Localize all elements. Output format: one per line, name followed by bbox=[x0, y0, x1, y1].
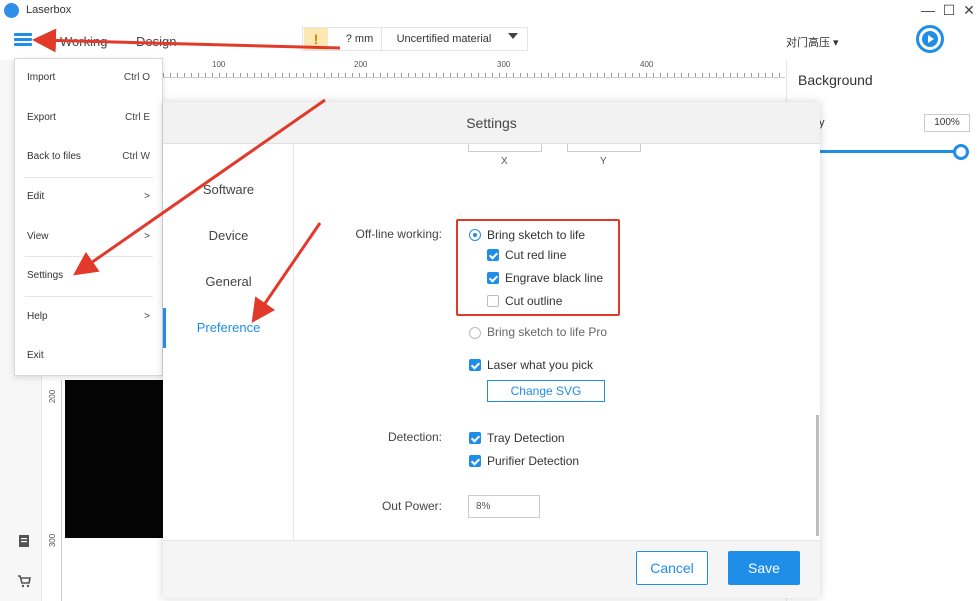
menu-item-exit[interactable]: Exit bbox=[15, 337, 162, 377]
dialog-title: Settings bbox=[466, 115, 517, 131]
app-logo-icon bbox=[4, 3, 19, 18]
dialog-footer bbox=[163, 540, 820, 598]
hamburger-menu-icon[interactable] bbox=[14, 33, 32, 47]
x-label: X bbox=[501, 156, 508, 167]
start-button[interactable] bbox=[916, 25, 944, 53]
opacity-input[interactable]: 100% bbox=[924, 114, 970, 132]
close-icon[interactable]: ✕ bbox=[959, 0, 979, 22]
detection-label: Detection: bbox=[387, 430, 442, 444]
device-select[interactable]: 对门高压 ▾ bbox=[786, 34, 839, 50]
change-svg-button[interactable]: Change SVG bbox=[487, 380, 605, 402]
material-select[interactable]: Uncertified material bbox=[388, 28, 500, 50]
nav-general[interactable]: General bbox=[163, 274, 294, 289]
menu-item-settings[interactable]: Settings bbox=[15, 257, 162, 297]
thickness-field[interactable]: ? mm bbox=[338, 28, 382, 50]
app-title: Laserbox bbox=[26, 4, 72, 16]
settings-nav bbox=[163, 144, 294, 540]
opacity-slider-track[interactable] bbox=[820, 150, 960, 153]
menu-item-import[interactable]: Import Ctrl O bbox=[15, 59, 162, 99]
vertical-ruler bbox=[44, 380, 62, 601]
ruler-tick-label: 100 bbox=[212, 60, 226, 69]
opacity-slider-thumb[interactable] bbox=[953, 144, 969, 160]
y-input[interactable] bbox=[567, 144, 641, 152]
dialog-scrollbar[interactable] bbox=[816, 415, 819, 536]
work-canvas[interactable] bbox=[65, 380, 163, 538]
out-power-input[interactable]: 8% bbox=[468, 495, 540, 518]
chevron-down-icon[interactable] bbox=[508, 33, 518, 39]
laser-pick-label: Laser what you pick bbox=[487, 358, 594, 372]
x-input[interactable] bbox=[468, 144, 542, 152]
offline-working-label: Off-line working: bbox=[355, 227, 442, 241]
ruler-tick-label: 200 bbox=[48, 389, 58, 404]
menu-item-export[interactable]: Export Ctrl E bbox=[15, 99, 162, 139]
tray-detection-label: Tray Detection bbox=[487, 431, 565, 445]
cancel-button[interactable]: Cancel bbox=[636, 551, 708, 585]
play-icon bbox=[928, 35, 934, 43]
document-icon[interactable] bbox=[17, 534, 31, 548]
menu-item-back-to-files[interactable]: Back to files Ctrl W bbox=[15, 138, 162, 178]
nav-software[interactable]: Software bbox=[163, 182, 294, 197]
minimize-icon[interactable]: — bbox=[918, 0, 938, 22]
menu-item-edit[interactable]: Edit > bbox=[15, 178, 162, 218]
horizontal-ruler bbox=[163, 60, 785, 78]
nav-active-indicator bbox=[163, 308, 166, 348]
maximize-icon[interactable]: ☐ bbox=[939, 0, 959, 22]
ruler-tick-label: 200 bbox=[354, 60, 368, 69]
ruler-tick-label: 300 bbox=[48, 533, 58, 548]
annotation-highlight bbox=[456, 219, 620, 316]
nav-device[interactable]: Device bbox=[163, 228, 294, 243]
purifier-detection-checkbox[interactable] bbox=[469, 455, 481, 467]
laser-pick-checkbox[interactable] bbox=[469, 359, 481, 371]
ruler-tick-label: 300 bbox=[497, 60, 511, 69]
y-label: Y bbox=[600, 156, 607, 167]
nav-preference[interactable]: Preference bbox=[163, 320, 294, 335]
bring-sketch-pro-label: Bring sketch to life Pro bbox=[487, 325, 608, 339]
tab-design[interactable]: Design bbox=[136, 34, 176, 49]
background-title: Background bbox=[798, 72, 873, 88]
tab-working[interactable]: Working bbox=[60, 34, 107, 49]
main-menu: Import Ctrl O Export Ctrl E Back to files C… bbox=[14, 58, 163, 376]
title-bar bbox=[0, 0, 980, 22]
tray-detection-checkbox[interactable] bbox=[469, 432, 481, 444]
cart-icon[interactable] bbox=[17, 574, 31, 588]
purifier-detection-label: Purifier Detection bbox=[487, 454, 580, 468]
out-power-label: Out Power: bbox=[381, 499, 442, 513]
warning-icon[interactable]: ! bbox=[304, 28, 328, 50]
ruler-tick-label: 400 bbox=[640, 60, 654, 69]
menu-item-help[interactable]: Help > bbox=[15, 298, 162, 338]
menu-item-view[interactable]: View > bbox=[15, 218, 162, 258]
save-button[interactable]: Save bbox=[728, 551, 800, 585]
bring-sketch-pro-radio[interactable] bbox=[469, 327, 481, 339]
